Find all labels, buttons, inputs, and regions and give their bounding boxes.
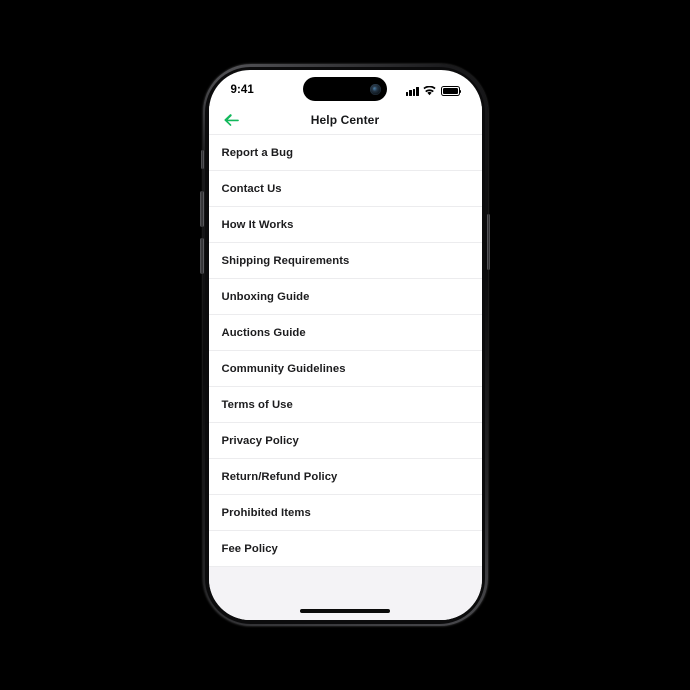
list-item[interactable]: How It Works bbox=[208, 207, 482, 243]
phone-device: 9:41 Help Center Report a Bug Contact Us… bbox=[200, 64, 490, 626]
front-camera-icon bbox=[370, 83, 381, 95]
list-item[interactable]: Terms of Use bbox=[208, 387, 482, 423]
list-item-label: Prohibited Items bbox=[221, 506, 311, 519]
list-item-label: Shipping Requirements bbox=[221, 254, 350, 267]
list-item-label: Contact Us bbox=[221, 182, 282, 195]
list-item-label: Report a Bug bbox=[221, 146, 294, 159]
list-item-label: Community Guidelines bbox=[221, 362, 346, 375]
power-button[interactable] bbox=[486, 214, 490, 270]
status-icons bbox=[405, 86, 462, 96]
list-item-label: Return/Refund Policy bbox=[221, 470, 338, 483]
list-item[interactable]: Privacy Policy bbox=[208, 423, 482, 459]
list-item[interactable]: Prohibited Items bbox=[208, 495, 482, 531]
list-item[interactable]: Contact Us bbox=[208, 171, 482, 207]
list-item-label: Terms of Use bbox=[221, 398, 293, 411]
list-item[interactable]: Auctions Guide bbox=[208, 315, 482, 351]
dynamic-island bbox=[303, 77, 387, 101]
list-item-label: Auctions Guide bbox=[221, 326, 306, 339]
list-item-label: Fee Policy bbox=[221, 542, 278, 555]
phone-screen-bezel: 9:41 Help Center Report a Bug Contact Us… bbox=[208, 70, 482, 620]
wifi-icon bbox=[423, 86, 436, 96]
list-item-label: Unboxing Guide bbox=[221, 290, 310, 303]
list-item[interactable]: Community Guidelines bbox=[208, 351, 482, 387]
list-item-label: Privacy Policy bbox=[221, 434, 299, 447]
list-item[interactable]: Shipping Requirements bbox=[208, 243, 482, 279]
list-item[interactable]: Fee Policy bbox=[208, 531, 482, 567]
volume-up-button[interactable] bbox=[200, 191, 204, 227]
list-item[interactable]: Unboxing Guide bbox=[208, 279, 482, 315]
safe-area-footer bbox=[208, 567, 482, 620]
list-item[interactable]: Report a Bug bbox=[208, 135, 482, 171]
page-title: Help Center bbox=[310, 113, 380, 127]
battery-full-icon bbox=[440, 86, 462, 96]
arrow-left-icon bbox=[224, 114, 239, 126]
cellular-signal-icon bbox=[405, 86, 419, 96]
silent-switch[interactable] bbox=[200, 150, 204, 169]
list-item-label: How It Works bbox=[221, 218, 294, 231]
status-bar: 9:41 bbox=[209, 70, 482, 106]
navigation-header: Help Center bbox=[208, 106, 482, 135]
volume-down-button[interactable] bbox=[200, 238, 204, 274]
list-item[interactable]: Return/Refund Policy bbox=[208, 459, 482, 495]
status-time: 9:41 bbox=[230, 84, 254, 97]
app-screen: 9:41 Help Center Report a Bug Contact Us… bbox=[208, 70, 482, 620]
help-center-list[interactable]: Report a Bug Contact Us How It Works Shi… bbox=[208, 135, 482, 567]
home-indicator[interactable] bbox=[300, 609, 390, 613]
back-button[interactable] bbox=[219, 109, 245, 131]
